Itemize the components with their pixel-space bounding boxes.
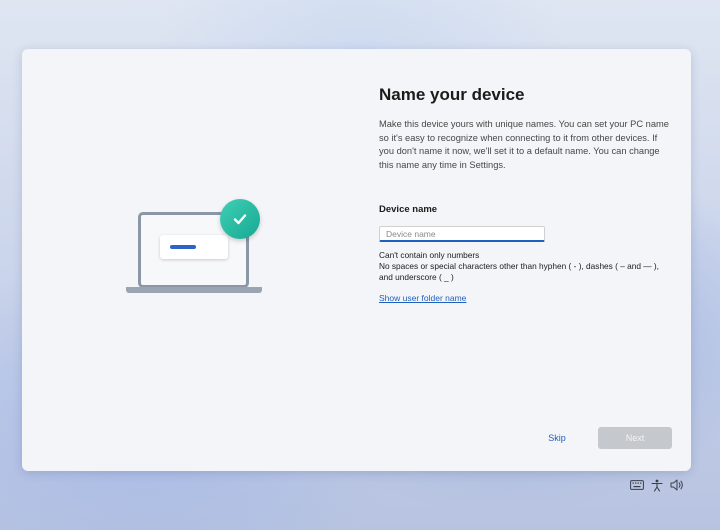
checkmark-icon (220, 199, 260, 239)
device-name-label: Device name (379, 204, 438, 215)
name-card (160, 235, 228, 259)
keyboard-icon[interactable] (629, 478, 645, 492)
name-card-bar (170, 245, 196, 249)
show-user-folder-link[interactable]: Show user folder name (379, 293, 466, 303)
laptop-base (126, 287, 262, 293)
next-button[interactable]: Next (598, 427, 672, 449)
rule-special-characters: No spaces or special characters other th… (379, 261, 659, 282)
accessibility-icon[interactable] (650, 478, 664, 492)
skip-button[interactable]: Skip (538, 428, 576, 448)
page-description: Make this device yours with unique names… (379, 119, 669, 170)
rule-numbers: Can't contain only numbers (379, 250, 480, 260)
device-name-input[interactable] (379, 226, 545, 242)
setup-dialog: Name your device Make this device yours … (22, 49, 691, 471)
page-title: Name your device (379, 85, 525, 104)
volume-icon[interactable] (669, 478, 685, 492)
